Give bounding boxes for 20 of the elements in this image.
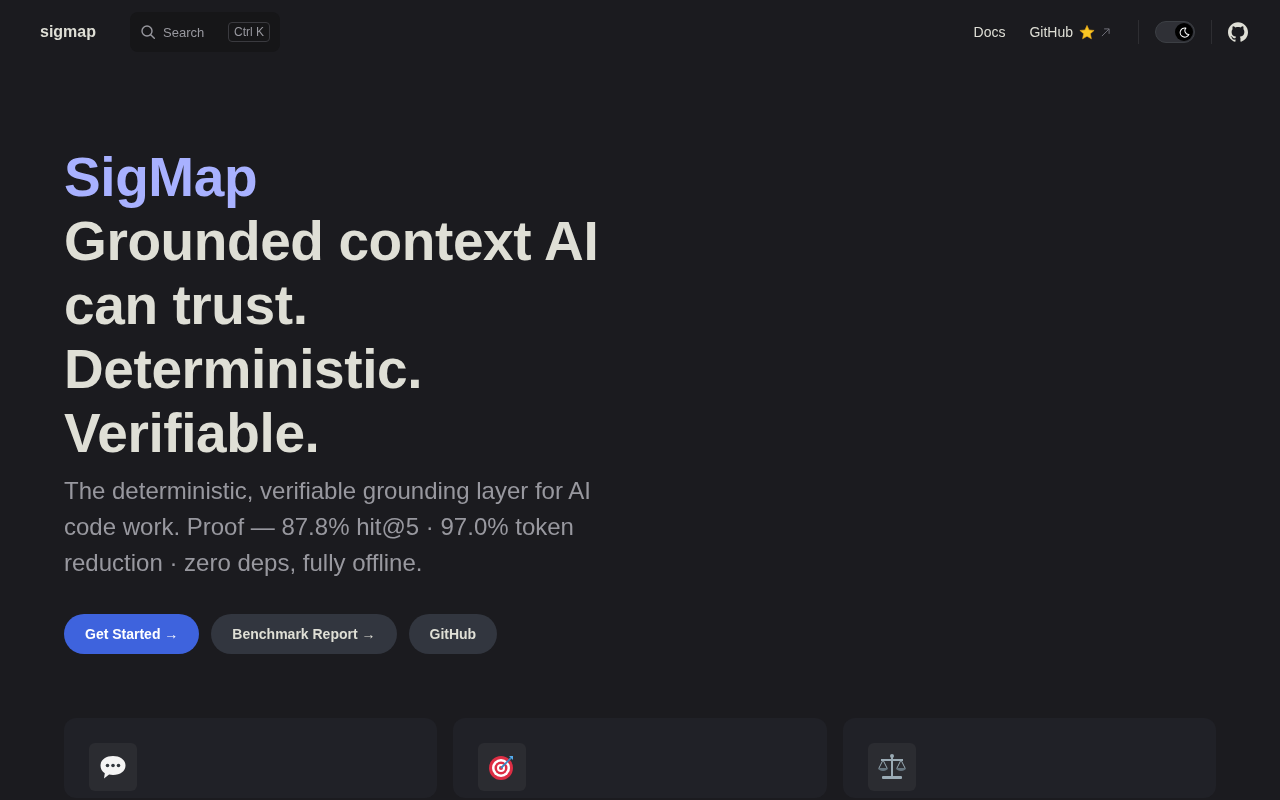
hero-tagline: The deterministic, verifiable grounding layer for AI code work. Proof — 87.8% hit@5 · 97.0% token reduction · zero deps, fully offline. <box>64 476 592 578</box>
site-title[interactable]: sigmap <box>40 23 96 41</box>
action-button[interactable]: GitHub <box>408 614 498 654</box>
theme-switch[interactable] <box>1155 21 1195 43</box>
github-icon[interactable] <box>1228 22 1248 42</box>
nav-link[interactable]: GitHub <box>1017 12 1122 52</box>
shortcut-hint: Ctrl K <box>228 22 270 42</box>
action-button[interactable]: Get Started → <box>64 614 200 654</box>
balance-scale-icon <box>867 743 916 791</box>
star-icon <box>1079 24 1095 40</box>
hero-title: Grounded context AI can trust. Deterministic. Verifiable. <box>64 209 600 465</box>
search-icon <box>141 25 155 39</box>
moon-icon <box>1178 26 1190 38</box>
nav-link[interactable]: Docs <box>961 12 1018 52</box>
action-button[interactable]: Benchmark Report → <box>211 614 397 654</box>
external-arrow-icon <box>1101 27 1110 37</box>
hero-name: SigMap <box>64 145 259 209</box>
speech-bubble-icon <box>89 743 137 791</box>
search-button[interactable]: Search Ctrl K <box>130 12 280 52</box>
target-icon <box>478 743 527 791</box>
